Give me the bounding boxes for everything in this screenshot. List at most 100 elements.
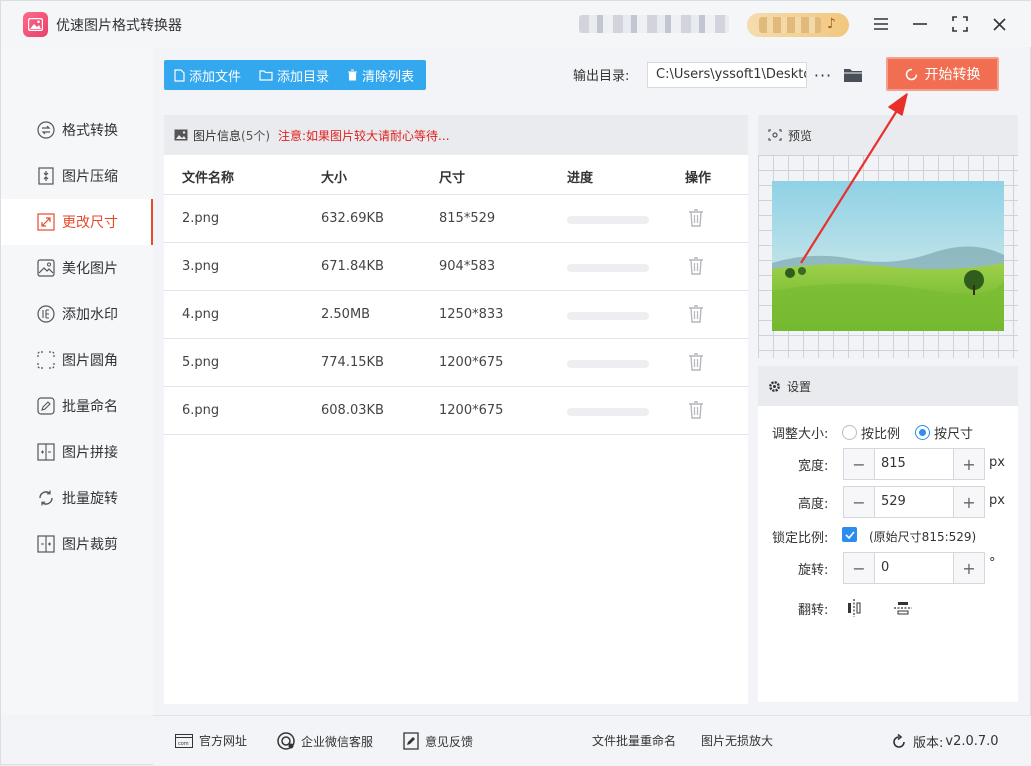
- add-folder-label: 添加目录: [277, 69, 330, 85]
- checkmark-icon: [844, 530, 855, 539]
- stitch-icon: [37, 443, 55, 461]
- lock-ratio-checkbox[interactable]: [842, 527, 857, 542]
- col-progress-header: 进度: [567, 171, 594, 186]
- settings-panel: 设置 调整大小: 按比例 按尺寸 宽度: − 815 + px 高度: − 52…: [758, 366, 1018, 702]
- sidebar-item-crop[interactable]: 图片裁剪: [1, 521, 153, 567]
- sidebar-item-label: 添加水印: [62, 307, 118, 323]
- table-row[interactable]: 3.png 671.84KB 904*583: [164, 243, 748, 291]
- feedback-icon: [403, 732, 419, 750]
- degree-unit: °: [989, 556, 996, 571]
- start-convert-button[interactable]: 开始转换: [886, 57, 999, 91]
- progress-bar: [567, 264, 649, 272]
- delete-icon[interactable]: [687, 304, 705, 324]
- warning-text: 注意:如果图片较大请耐心等待...: [278, 128, 450, 143]
- output-path-field[interactable]: C:\Users\yssoft1\Deskto: [647, 62, 807, 88]
- table-row[interactable]: 4.png 2.50MB 1250*833: [164, 291, 748, 339]
- wechat-support-link[interactable]: 企业微信客服: [277, 732, 373, 750]
- table-row[interactable]: 5.png 774.15KB 1200*675: [164, 339, 748, 387]
- table-row[interactable]: 6.png 608.03KB 1200*675: [164, 387, 748, 435]
- delete-icon[interactable]: [687, 400, 705, 420]
- sidebar-item-rename[interactable]: 批量命名: [1, 383, 153, 429]
- watermark-icon: [37, 305, 55, 323]
- rotate-input[interactable]: 0: [874, 553, 954, 583]
- height-input[interactable]: 529: [874, 487, 954, 517]
- rotate-increment-button[interactable]: +: [954, 553, 984, 583]
- folder-open-icon: [844, 69, 862, 82]
- by-ratio-radio[interactable]: 按比例: [842, 423, 900, 442]
- app-title: 优速图片格式转换器: [56, 18, 182, 34]
- sidebar-item-label: 更改尺寸: [62, 215, 118, 231]
- batch-rename-link[interactable]: 文件批量重命名: [592, 732, 676, 749]
- lock-ratio-label: 锁定比例:: [772, 531, 829, 546]
- file-name: 5.png: [182, 355, 220, 370]
- menu-button[interactable]: [869, 11, 893, 37]
- width-decrement-button[interactable]: −: [844, 449, 874, 479]
- more-options-button[interactable]: ···: [812, 62, 834, 88]
- rotate-decrement-button[interactable]: −: [844, 553, 874, 583]
- flip-horizontal-button[interactable]: [843, 597, 865, 619]
- add-folder-button[interactable]: 添加目录: [249, 60, 337, 90]
- version-label: 版本:: [913, 736, 944, 751]
- lossless-enlarge-link[interactable]: 图片无损放大: [701, 732, 773, 749]
- by-size-radio[interactable]: 按尺寸: [915, 423, 973, 442]
- delete-icon[interactable]: [687, 256, 705, 276]
- start-convert-label: 开始转换: [924, 67, 981, 83]
- delete-icon[interactable]: [687, 208, 705, 228]
- width-label: 宽度:: [798, 459, 829, 474]
- minimize-button[interactable]: [908, 11, 932, 37]
- rotate-icon: [37, 489, 55, 507]
- sidebar-item-rounded-corner[interactable]: 图片圆角: [1, 337, 153, 383]
- file-name: 6.png: [182, 403, 220, 418]
- progress-bar: [567, 312, 649, 320]
- close-button[interactable]: [987, 11, 1011, 37]
- format-convert-icon: [37, 121, 55, 139]
- sidebar-item-format-convert[interactable]: 格式转换: [1, 107, 153, 153]
- delete-icon[interactable]: [687, 352, 705, 372]
- col-dims-header: 尺寸: [439, 171, 466, 186]
- preview-icon: [768, 129, 782, 141]
- image-info-icon: [174, 129, 188, 141]
- sidebar-item-label: 图片圆角: [62, 353, 118, 369]
- sidebar-item-label: 美化图片: [62, 261, 118, 277]
- rounded-corner-icon: [37, 351, 55, 369]
- add-file-label: 添加文件: [189, 69, 242, 85]
- output-dir-label: 输出目录:: [573, 69, 630, 84]
- width-input[interactable]: 815: [874, 449, 954, 479]
- settings-header: 设置: [758, 366, 1018, 406]
- sidebar-item-rotate[interactable]: 批量旋转: [1, 475, 153, 521]
- height-increment-button[interactable]: +: [954, 487, 984, 517]
- width-increment-button[interactable]: +: [954, 449, 984, 479]
- vip-icon: ♪: [827, 16, 836, 32]
- file-size: 2.50MB: [321, 307, 371, 322]
- version-info[interactable]: 版本: v2.0.7.0: [891, 732, 999, 751]
- table-row[interactable]: 2.png 632.69KB 815*529: [164, 195, 748, 243]
- settings-title: 设置: [787, 379, 812, 394]
- file-icon: [174, 68, 185, 82]
- sidebar-item-compress[interactable]: 图片压缩: [1, 153, 153, 199]
- beautify-icon: [37, 259, 55, 277]
- feedback-link[interactable]: 意见反馈: [403, 732, 473, 750]
- maximize-button[interactable]: [948, 11, 972, 37]
- add-file-button[interactable]: 添加文件: [164, 60, 249, 90]
- file-size: 774.15KB: [321, 355, 384, 370]
- sidebar-item-stitch[interactable]: 图片拼接: [1, 429, 153, 475]
- sidebar-item-beautify[interactable]: 美化图片: [1, 245, 153, 291]
- feedback-label: 意见反馈: [425, 734, 474, 749]
- user-info-blurred[interactable]: [579, 15, 729, 33]
- file-size: 671.84KB: [321, 259, 384, 274]
- clear-list-button[interactable]: 清除列表: [337, 60, 422, 90]
- height-decrement-button[interactable]: −: [844, 487, 874, 517]
- file-count: (5个): [241, 128, 271, 143]
- gear-icon: [768, 380, 781, 393]
- open-folder-button[interactable]: [842, 64, 864, 86]
- refresh-icon: [891, 733, 907, 750]
- status-bar: com 官方网址 企业微信客服 意见反馈 文件批量重命名 图片无损放大 版本: …: [153, 715, 1031, 765]
- website-icon: com: [175, 733, 193, 748]
- sidebar-item-resize[interactable]: 更改尺寸: [1, 199, 153, 245]
- official-website-link[interactable]: com 官方网址: [175, 732, 247, 749]
- flip-vertical-button[interactable]: [892, 597, 914, 619]
- app-logo: [23, 12, 48, 37]
- file-dims: 815*529: [439, 211, 496, 226]
- sidebar-item-watermark[interactable]: 添加水印: [1, 291, 153, 337]
- height-unit: px: [989, 493, 1005, 508]
